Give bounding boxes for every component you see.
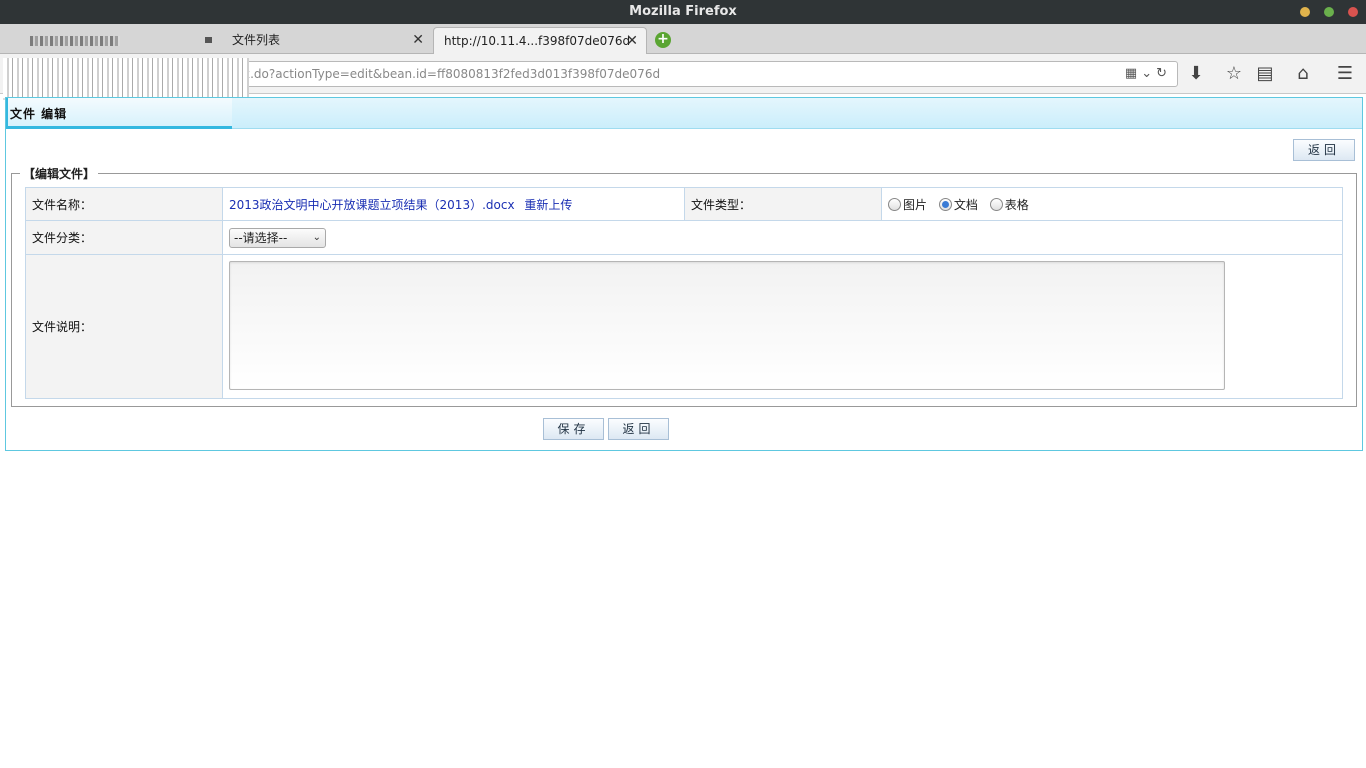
- url-blurred-region: [3, 58, 249, 100]
- maximize-button[interactable]: [1324, 7, 1334, 17]
- page-header: 文件 编辑: [6, 98, 1362, 129]
- tab-file-list-label: 文件列表: [232, 33, 281, 47]
- back-button-bottom[interactable]: 返回: [608, 418, 669, 440]
- description-cell: [222, 254, 1343, 399]
- tab-blurred[interactable]: [0, 27, 222, 54]
- form-row-file-name: 文件名称： 2013政治文明中心开放课题立项结果（2013）.docx 重新上传…: [25, 187, 1343, 221]
- tab-file-list[interactable]: 文件列表 ✕: [222, 27, 432, 54]
- new-tab-icon[interactable]: +: [655, 32, 671, 48]
- file-type-option-spreadsheet: 表格: [1004, 197, 1029, 212]
- chevron-down-icon: ⌄: [312, 231, 321, 243]
- category-cell: --请选择-- ⌄: [222, 220, 1343, 255]
- form-row-description: 文件说明：: [25, 254, 1343, 399]
- edit-file-fieldset: 【编辑文件】 文件名称： 2013政治文明中心开放课题立项结果（2013）.do…: [11, 165, 1357, 407]
- category-select[interactable]: --请选择-- ⌄: [229, 227, 326, 248]
- tab-close-icon[interactable]: ✕: [412, 27, 424, 53]
- tab-strip: 文件列表 ✕ http://10.11.4...f398f07de076d ✕ …: [0, 24, 1366, 54]
- file-type-option-document: 文档: [953, 197, 978, 212]
- tab-audio-icon: [205, 37, 212, 43]
- page-title: 文件 编辑: [10, 107, 68, 121]
- category-label: 文件分类：: [25, 220, 223, 255]
- file-name-link[interactable]: 2013政治文明中心开放课题立项结果（2013）.docx: [229, 198, 515, 212]
- file-type-option-image: 图片: [903, 197, 928, 212]
- download-icon[interactable]: ⬇: [1185, 63, 1207, 84]
- file-type-radio-document[interactable]: [938, 197, 952, 211]
- window-titlebar: Mozilla Firefox: [0, 0, 1366, 24]
- file-name-cell: 2013政治文明中心开放课题立项结果（2013）.docx 重新上传: [222, 187, 685, 221]
- home-icon[interactable]: ⌂: [1292, 63, 1314, 84]
- page-header-tab: 文件 编辑: [6, 98, 232, 129]
- tab-active-edit[interactable]: http://10.11.4...f398f07de076d ✕: [433, 27, 647, 54]
- file-type-radio-image[interactable]: [888, 197, 901, 211]
- url-bar-icons: ▦⌄↻: [1125, 62, 1171, 86]
- category-selected-value: --请选择--: [234, 230, 288, 245]
- dropdown-arrow-icon[interactable]: ⌄: [1141, 66, 1156, 81]
- page-frame: 文件 编辑 返回 【编辑文件】 文件名称： 2013政治文明中心开放课题立项结果…: [5, 97, 1363, 451]
- qr-code-icon[interactable]: ▦: [1125, 66, 1141, 81]
- reading-list-icon[interactable]: ▤: [1254, 63, 1276, 84]
- window-title: Mozilla Firefox: [629, 4, 737, 19]
- form-row-category: 文件分类： --请选择-- ⌄: [25, 220, 1343, 255]
- menu-icon[interactable]: ☰: [1334, 63, 1356, 84]
- file-type-cell: 图片 文档 表格: [881, 187, 1343, 221]
- minimize-button[interactable]: [1300, 7, 1310, 17]
- reload-icon[interactable]: ↻: [1156, 66, 1171, 81]
- navigation-toolbar: x.do?actionType=edit&bean.id=ff8080813f2…: [0, 54, 1366, 100]
- url-bar[interactable]: x.do?actionType=edit&bean.id=ff8080813f2…: [3, 58, 1178, 100]
- tab-close-icon[interactable]: ✕: [626, 28, 638, 54]
- description-textarea[interactable]: [229, 260, 1225, 390]
- bookmark-star-icon[interactable]: ☆: [1223, 63, 1245, 84]
- back-button-top[interactable]: 返回: [1293, 139, 1355, 161]
- tab-blurred-label: [30, 35, 120, 46]
- file-type-label: 文件类型：: [684, 187, 882, 221]
- save-button[interactable]: 保存: [543, 418, 604, 440]
- edit-file-form: 文件名称： 2013政治文明中心开放课题立项结果（2013）.docx 重新上传…: [25, 187, 1343, 399]
- tab-active-label: http://10.11.4...f398f07de076d: [444, 34, 631, 48]
- file-name-label: 文件名称：: [25, 187, 223, 221]
- description-label: 文件说明：: [25, 254, 223, 399]
- window-controls: [1300, 7, 1358, 17]
- file-type-radio-spreadsheet[interactable]: [989, 197, 1003, 211]
- url-text: x.do?actionType=edit&bean.id=ff8080813f2…: [243, 67, 661, 81]
- reupload-link[interactable]: 重新上传: [524, 198, 572, 212]
- fieldset-legend: 【编辑文件】: [20, 165, 99, 182]
- close-window-button[interactable]: [1348, 7, 1358, 17]
